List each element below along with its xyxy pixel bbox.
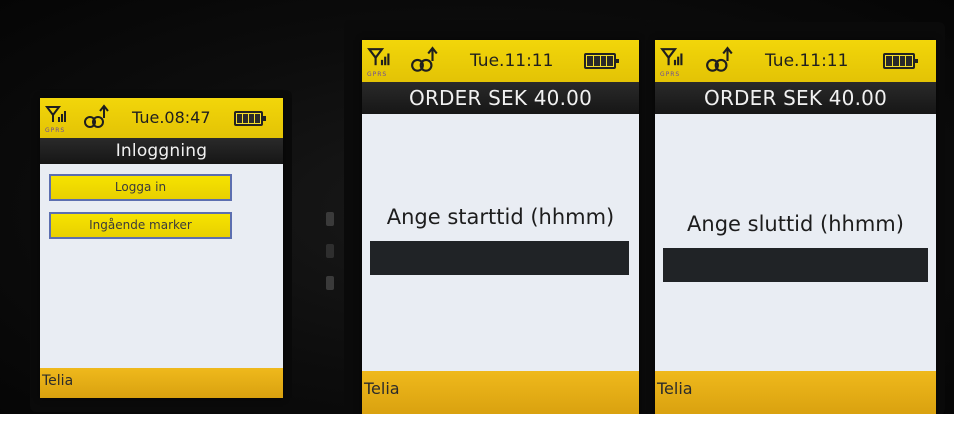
photo-bottom-edge — [0, 414, 954, 421]
transfer-icon — [705, 46, 735, 76]
prompt-label: Ange starttid (hhmm) — [386, 205, 615, 229]
transfer-icon — [83, 104, 111, 132]
phone-1-screen: GPRS Tue.08:47 Inloggning Logga in Ingåe… — [40, 98, 283, 398]
clock: Tue.11:11 — [765, 51, 849, 71]
status-bar: GPRS Tue.11:11 — [362, 40, 639, 82]
gprs-label: GPRS — [45, 127, 66, 134]
page-title: ORDER SEK 40.00 — [655, 82, 936, 114]
gprs-label: GPRS — [660, 71, 681, 78]
start-time-input[interactable] — [370, 241, 629, 275]
end-time-input[interactable] — [663, 248, 928, 282]
battery-icon — [584, 53, 619, 69]
footer-bar: Telia — [655, 371, 936, 415]
page-title: ORDER SEK 40.00 — [362, 82, 639, 114]
transfer-icon — [410, 46, 440, 76]
side-button — [326, 212, 334, 226]
status-bar: GPRS Tue.11:11 — [655, 40, 936, 82]
status-bar: GPRS Tue.08:47 — [40, 98, 283, 138]
battery-icon — [234, 111, 266, 126]
incoming-marker-button[interactable]: Ingående marker — [49, 212, 232, 239]
login-button[interactable]: Logga in — [49, 174, 232, 201]
battery-icon — [883, 53, 918, 69]
clock: Tue.11:11 — [470, 51, 554, 71]
side-button — [326, 244, 334, 258]
phone-3-screen: GPRS Tue.11:11 ORDER SEK 40.00 Ange slut… — [655, 40, 936, 415]
prompt-label: Ange sluttid (hhmm) — [687, 212, 904, 236]
phone-2-screen: GPRS Tue.11:11 ORDER SEK 40.00 Ange star… — [362, 40, 639, 415]
clock: Tue.08:47 — [132, 108, 211, 127]
operator-label: Telia — [42, 373, 74, 389]
footer-bar: Telia — [362, 371, 639, 415]
operator-label: Telia — [364, 379, 400, 398]
footer-bar: Telia — [40, 368, 283, 398]
page-title: Inloggning — [40, 138, 283, 164]
operator-label: Telia — [657, 379, 693, 398]
gprs-label: GPRS — [367, 71, 388, 78]
side-button — [326, 276, 334, 290]
